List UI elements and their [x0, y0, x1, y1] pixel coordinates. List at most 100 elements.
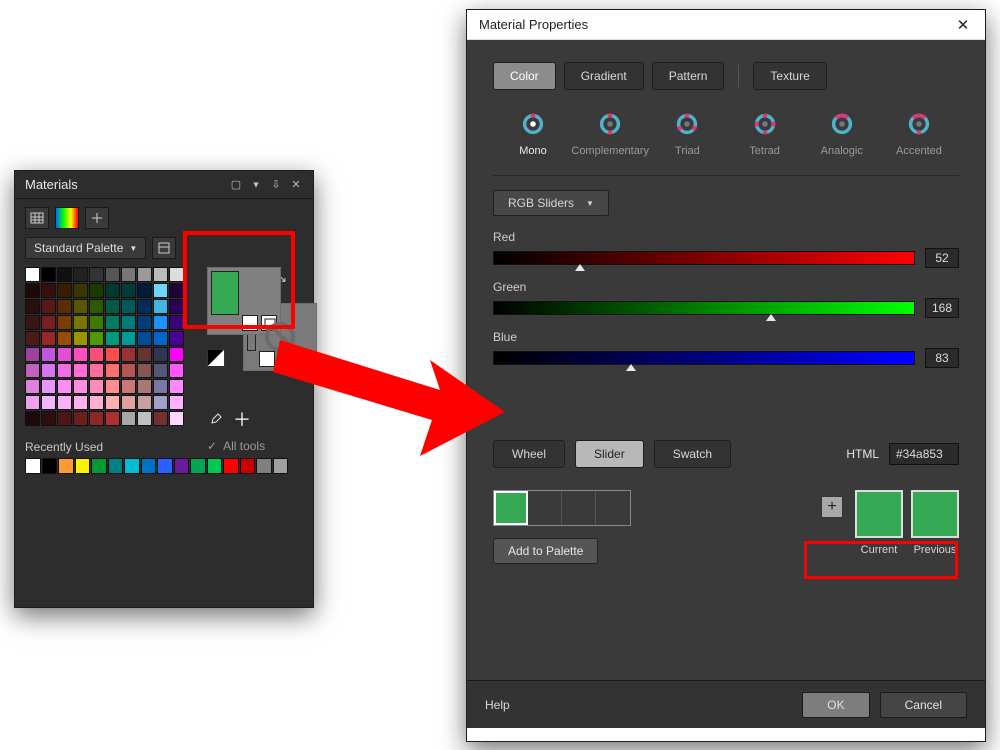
palette-cell[interactable] [121, 395, 136, 410]
slider-button[interactable]: Slider [575, 440, 644, 468]
palette-cell[interactable] [169, 331, 184, 346]
green-value[interactable]: 168 [925, 298, 959, 318]
tab-pattern[interactable]: Pattern [652, 62, 725, 90]
palette-cell[interactable] [169, 267, 184, 282]
palette-cell[interactable] [153, 347, 168, 362]
palette-cell[interactable] [25, 283, 40, 298]
ok-button[interactable]: OK [802, 692, 869, 718]
palette-cell[interactable] [73, 347, 88, 362]
palette-cell[interactable] [137, 347, 152, 362]
palette-cell[interactable] [89, 267, 104, 282]
grid-view-button[interactable] [25, 207, 49, 229]
palette-cell[interactable] [25, 347, 40, 362]
tab-texture[interactable]: Texture [753, 62, 826, 90]
harmony-mono[interactable]: Mono [497, 110, 569, 157]
palette-cell[interactable] [73, 379, 88, 394]
materials-titlebar[interactable]: Materials ▢ ▾ ⇩ ✕ [15, 171, 313, 199]
palette-cell[interactable] [121, 299, 136, 314]
palette-cell[interactable] [41, 283, 56, 298]
palette-cell[interactable] [89, 331, 104, 346]
recent-cell[interactable] [174, 458, 190, 474]
palette-cell[interactable] [121, 379, 136, 394]
palette-cell[interactable] [105, 315, 120, 330]
palette-cell[interactable] [73, 283, 88, 298]
blue-value[interactable]: 83 [925, 348, 959, 368]
tab-color[interactable]: Color [493, 62, 556, 90]
eyedropper-icon[interactable] [207, 413, 223, 429]
palette-cell[interactable] [105, 299, 120, 314]
palette-cell[interactable] [89, 315, 104, 330]
palette-cell[interactable] [105, 363, 120, 378]
palette-cell[interactable] [121, 331, 136, 346]
wheel-button[interactable]: Wheel [493, 440, 565, 468]
slider-thumb[interactable] [766, 314, 776, 321]
custom-palette-slots[interactable] [493, 490, 631, 526]
palette-cell[interactable] [137, 411, 152, 426]
palette-cell[interactable] [25, 331, 40, 346]
palette-cell[interactable] [121, 283, 136, 298]
palette-cell[interactable] [57, 363, 72, 378]
harmony-complementary[interactable]: Complementary [574, 110, 646, 157]
close-icon[interactable]: ✕ [289, 178, 303, 192]
recent-cell[interactable] [42, 458, 58, 474]
palette-cell[interactable] [105, 379, 120, 394]
palette-cell[interactable] [153, 267, 168, 282]
palette-cell[interactable] [25, 315, 40, 330]
palette-slot[interactable] [528, 491, 562, 525]
recent-cell[interactable] [108, 458, 124, 474]
palette-cell[interactable] [121, 411, 136, 426]
palette-cell[interactable] [169, 347, 184, 362]
add-compare-icon[interactable]: + [821, 496, 843, 518]
palette-cell[interactable] [105, 347, 120, 362]
rainbow-picker-button[interactable] [55, 207, 79, 229]
harmony-analogic[interactable]: Analogic [806, 110, 878, 157]
green-slider[interactable] [493, 301, 915, 315]
palette-cell[interactable] [25, 363, 40, 378]
help-link[interactable]: Help [485, 698, 510, 712]
palette-cell[interactable] [73, 363, 88, 378]
palette-grid[interactable] [25, 267, 195, 426]
slider-mode-dropdown[interactable]: RGB Sliders ▼ [493, 190, 609, 216]
palette-cell[interactable] [137, 315, 152, 330]
default-colors-icon[interactable] [207, 349, 225, 367]
harmony-triad[interactable]: Triad [651, 110, 723, 157]
red-slider[interactable] [493, 251, 915, 265]
palette-cell[interactable] [137, 379, 152, 394]
palette-cell[interactable] [41, 315, 56, 330]
palette-cell[interactable] [41, 331, 56, 346]
dropdown-icon[interactable]: ▾ [249, 178, 263, 192]
palette-cell[interactable] [121, 267, 136, 282]
dialog-titlebar[interactable]: Material Properties ✕ [467, 10, 985, 40]
palette-cell[interactable] [73, 395, 88, 410]
palette-cell[interactable] [169, 283, 184, 298]
html-input[interactable]: #34a853 [889, 443, 959, 465]
harmony-accented[interactable]: Accented [883, 110, 955, 157]
palette-cell[interactable] [57, 283, 72, 298]
palette-cell[interactable] [121, 363, 136, 378]
palette-cell[interactable] [153, 395, 168, 410]
palette-cell[interactable] [57, 331, 72, 346]
palette-cell[interactable] [57, 315, 72, 330]
tab-gradient[interactable]: Gradient [564, 62, 644, 90]
palette-cell[interactable] [41, 347, 56, 362]
recent-cell[interactable] [157, 458, 173, 474]
palette-cell[interactable] [169, 411, 184, 426]
recent-cell[interactable] [124, 458, 140, 474]
palette-cell[interactable] [137, 363, 152, 378]
previous-color-swatch[interactable] [911, 490, 959, 538]
palette-cell[interactable] [57, 379, 72, 394]
palette-cell[interactable] [121, 315, 136, 330]
palette-cell[interactable] [41, 411, 56, 426]
palette-slot[interactable] [494, 491, 528, 525]
recent-cell[interactable] [75, 458, 91, 474]
add-to-palette-button[interactable]: Add to Palette [493, 538, 598, 564]
recent-cell[interactable] [58, 458, 74, 474]
palette-cell[interactable] [169, 395, 184, 410]
palette-cell[interactable] [153, 283, 168, 298]
palette-cell[interactable] [25, 299, 40, 314]
palette-cell[interactable] [105, 331, 120, 346]
slider-thumb[interactable] [626, 364, 636, 371]
maximize-icon[interactable]: ▢ [229, 178, 243, 192]
palette-cell[interactable] [25, 411, 40, 426]
palette-cell[interactable] [73, 267, 88, 282]
